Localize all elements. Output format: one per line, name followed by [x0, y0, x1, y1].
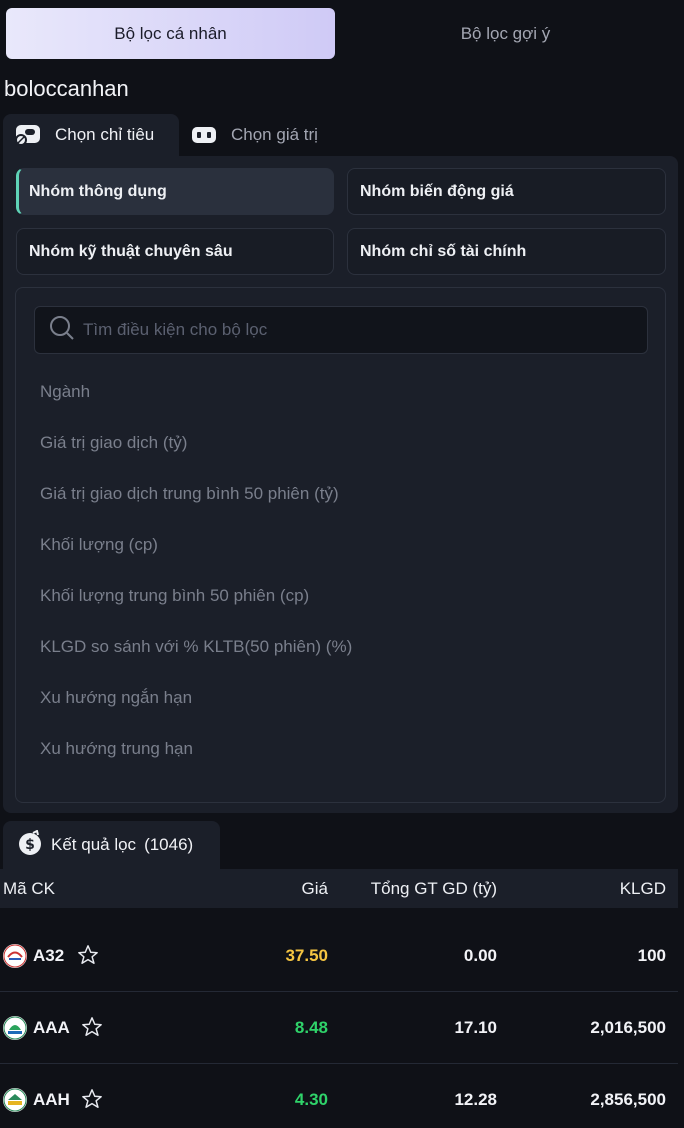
tab-choose-criteria[interactable]: Chọn chỉ tiêu — [3, 114, 179, 156]
criteria-list: Ngành Giá trị giao dịch (tỷ) Giá trị gia… — [40, 381, 352, 789]
tab-personal-filter[interactable]: Bộ lọc cá nhân — [6, 8, 335, 59]
search-field[interactable] — [34, 306, 648, 354]
tab-suggested-filter[interactable]: Bộ lọc gợi ý — [341, 8, 670, 59]
group-price-change[interactable]: Nhóm biến động giá — [347, 168, 666, 215]
tab-choose-value[interactable]: Chọn giá trị — [179, 114, 330, 156]
company-logo — [3, 944, 27, 968]
group-technical[interactable]: Nhóm kỹ thuật chuyên sâu — [16, 228, 334, 275]
header-volume[interactable]: KLGD — [620, 879, 666, 899]
search-input[interactable] — [83, 320, 623, 340]
criteria-sub-tabs: Chọn chỉ tiêu Chọn giá trị — [3, 114, 330, 156]
star-icon[interactable] — [81, 1016, 103, 1038]
group-common[interactable]: Nhóm thông dụng — [16, 168, 334, 215]
tab-choose-value-label: Chọn giá trị — [231, 125, 318, 144]
price: 4.30 — [294, 1090, 328, 1109]
filter-name-title: boloccanhan — [4, 76, 129, 101]
criteria-list-box: Ngành Giá trị giao dịch (tỷ) Giá trị gia… — [15, 287, 666, 803]
star-icon[interactable] — [77, 944, 99, 966]
filter-type-toggle: Bộ lọc cá nhân Bộ lọc gợi ý — [6, 8, 678, 59]
volume: 2,016,500 — [590, 1018, 666, 1037]
total-value: 0.00 — [463, 946, 497, 965]
volume: 100 — [637, 946, 666, 965]
results-tab[interactable]: $ Kết quả lọc (1046) — [3, 821, 220, 869]
table-row[interactable]: A32 37.50 0.00 100 — [0, 920, 678, 992]
criteria-item-avg-volume-50[interactable]: Khối lượng trung bình 50 phiên (cp) — [40, 585, 352, 636]
price: 37.50 — [285, 946, 328, 965]
results-table-header: Mã CK Giá Tổng GT GD (tỷ) KLGD — [0, 869, 678, 908]
svg-text:$: $ — [25, 837, 35, 853]
toggle-icon — [191, 124, 217, 146]
star-icon[interactable] — [81, 1088, 103, 1110]
criteria-item-industry[interactable]: Ngành — [40, 381, 352, 432]
results-count: (1046) — [144, 835, 194, 854]
criteria-item-trade-value[interactable]: Giá trị giao dịch (tỷ) — [40, 432, 352, 483]
header-ticker[interactable]: Mã CK — [3, 879, 55, 899]
volume: 2,856,500 — [590, 1090, 666, 1109]
group-financial[interactable]: Nhóm chỉ số tài chính — [347, 228, 666, 275]
money-bag-icon: $ — [17, 829, 43, 861]
results-label: Kết quả lọc — [51, 835, 137, 854]
ticker[interactable]: AAH — [33, 1090, 70, 1110]
criteria-item-mid-trend[interactable]: Xu hướng trung hạn — [40, 738, 352, 789]
total-value: 12.28 — [454, 1090, 497, 1109]
header-total-value[interactable]: Tổng GT GD (tỷ) — [371, 879, 497, 899]
tab-choose-criteria-label: Chọn chỉ tiêu — [55, 125, 155, 144]
table-row[interactable]: AAA 8.48 17.10 2,016,500 — [0, 992, 678, 1064]
price: 8.48 — [294, 1018, 328, 1037]
criteria-item-volume[interactable]: Khối lượng (cp) — [40, 534, 352, 585]
table-row[interactable]: AAH 4.30 12.28 2,856,500 — [0, 1064, 678, 1128]
ticker[interactable]: AAA — [33, 1018, 70, 1038]
criteria-item-avg-trade-value-50[interactable]: Giá trị giao dịch trung bình 50 phiên (t… — [40, 483, 352, 534]
header-price[interactable]: Giá — [302, 879, 328, 899]
ticker[interactable]: A32 — [33, 946, 64, 966]
company-logo — [3, 1088, 27, 1112]
company-logo — [3, 1016, 27, 1040]
pill-icon — [15, 124, 41, 146]
criteria-item-short-trend[interactable]: Xu hướng ngắn hạn — [40, 687, 352, 738]
total-value: 17.10 — [454, 1018, 497, 1037]
criteria-panel: Nhóm thông dụng Nhóm biến động giá Nhóm … — [3, 156, 678, 813]
search-icon — [49, 315, 75, 346]
criteria-item-volume-vs-avg[interactable]: KLGD so sánh với % KLTB(50 phiên) (%) — [40, 636, 352, 687]
